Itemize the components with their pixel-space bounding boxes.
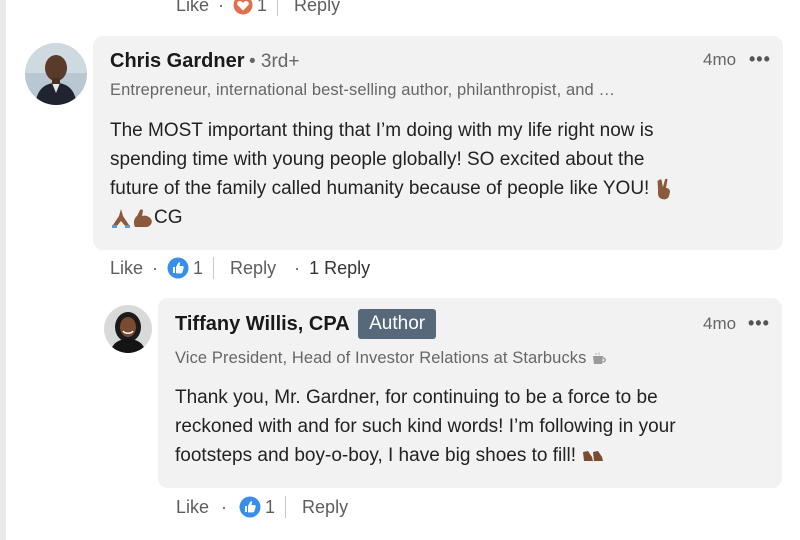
coffee-emoji [593, 352, 607, 364]
reply-actions: Like · 1 Reply [176, 496, 349, 518]
heart-icon [233, 0, 253, 15]
comment-line: spending time with young people globally… [110, 149, 645, 170]
thumbs-up-icon [167, 257, 189, 279]
author-name[interactable]: Tiffany Willis, CPA [175, 313, 350, 335]
reply-button[interactable]: Reply [294, 0, 340, 16]
comment-line: Thank you, Mr. Gardner, for continuing t… [175, 387, 658, 408]
reaction-count: 1 [193, 257, 204, 278]
author-name[interactable]: Chris Gardner [110, 50, 244, 72]
like-button[interactable]: Like [110, 258, 143, 279]
previous-comment-actions: Like · 1 Reply [176, 0, 340, 18]
comment-bubble: Chris Gardner • 3rd+ 4mo ••• Entrepreneu… [93, 36, 783, 250]
connection-degree: 3rd+ [260, 51, 300, 72]
flexed-biceps-emoji [133, 209, 152, 227]
comment-line: The MOST important thing that I’m doing … [110, 120, 654, 141]
thumbs-up-icon [239, 496, 261, 518]
avatar[interactable] [25, 43, 87, 105]
author-badge: Author [358, 309, 437, 339]
avatar[interactable] [104, 305, 152, 353]
comment-line: reckoned with and for such kind words! I… [175, 416, 676, 437]
comment-line: future of the family called humanity bec… [110, 174, 770, 203]
reaction-summary[interactable]: 1 [167, 257, 203, 279]
comment-text: Thank you, Mr. Gardner, for continuing t… [175, 383, 775, 470]
reaction-count: 1 [265, 496, 276, 517]
more-options-button[interactable]: ••• [748, 313, 770, 334]
divider [277, 0, 279, 16]
timestamp: 4mo [703, 50, 737, 69]
reply-button[interactable]: Reply [302, 497, 348, 518]
comment-line: CG [110, 203, 770, 232]
more-options-button[interactable]: ••• [749, 49, 771, 70]
shoe-emoji [583, 450, 604, 461]
author-headline: Entrepreneur, international best-selling… [110, 81, 616, 99]
comment-actions: Like · 1 Reply · 1 Reply [110, 257, 371, 279]
reaction-summary[interactable]: 1 [233, 0, 267, 16]
view-replies-button[interactable]: 1 Reply [309, 258, 370, 279]
profile-photo [25, 43, 87, 105]
reply-bubble: Tiffany Willis, CPA Author 4mo ••• Vice … [158, 298, 782, 488]
like-button[interactable]: Like [176, 497, 209, 518]
comment-text: The MOST important thing that I’m doing … [110, 116, 770, 232]
divider [285, 496, 287, 518]
divider [213, 257, 215, 279]
like-button[interactable]: Like [176, 0, 209, 16]
reply-button[interactable]: Reply [230, 258, 276, 279]
author-headline: Vice President, Head of Investor Relatio… [175, 349, 607, 368]
thread-rail [0, 0, 6, 540]
reaction-count: 1 [257, 0, 268, 15]
profile-photo [104, 305, 152, 353]
victory-hand-emoji [657, 178, 670, 200]
timestamp: 4mo [703, 314, 737, 333]
comment-line: footsteps and boy-o-boy, I have big shoe… [175, 441, 775, 470]
praying-hands-emoji [112, 208, 130, 228]
reaction-summary[interactable]: 1 [239, 496, 275, 518]
